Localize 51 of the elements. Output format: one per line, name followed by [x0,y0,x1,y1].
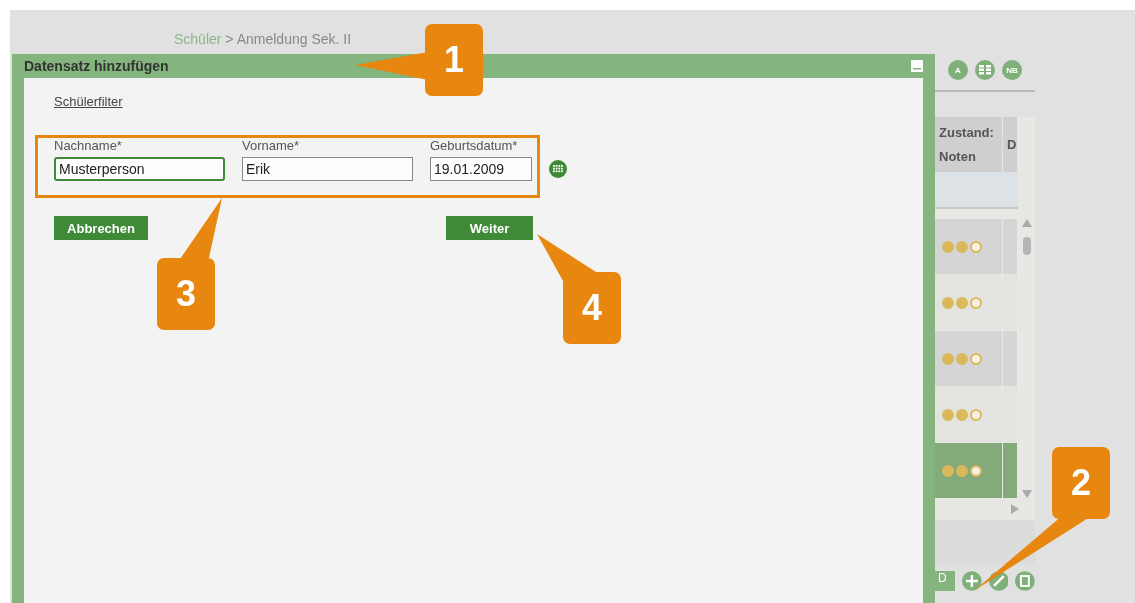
rating-dot [942,240,954,253]
table-row[interactable] [935,387,1018,442]
breadcrumb-current: Anmeldung Sek. II [236,31,352,47]
rating-dot [956,240,968,253]
column-header[interactable]: D [1003,117,1018,172]
callout-marker: 2 [1052,447,1110,519]
calendar-icon[interactable] [549,160,567,178]
grid-icon[interactable] [975,60,995,80]
round-letter-icon[interactable]: A [948,60,968,80]
callout-marker: 4 [563,272,621,344]
input-field[interactable]: Musterperson [54,157,225,181]
rating-dot [942,352,954,365]
breadcrumb-separator: > [225,31,234,47]
scroll-up-icon[interactable] [1021,219,1032,227]
rating-dot [970,352,982,365]
rating-dot [956,352,968,365]
callout-marker: 3 [157,258,215,330]
input-field[interactable]: Erik [242,157,413,181]
rating-dot [970,408,982,421]
rating-dot [970,464,982,477]
column-header[interactable]: Zustand: Noten [935,117,1003,172]
input-field[interactable]: 19.01.2009 [430,157,532,181]
field-label: Vorname* [242,138,301,153]
next-button[interactable]: Weiter [446,216,533,240]
cancel-button[interactable]: Abbrechen [54,216,148,240]
rating-dot [942,464,954,477]
field-label: Geburtsdatum* [430,138,519,153]
table-cell [1003,443,1018,498]
field-label: Nachname* [54,138,123,153]
filter-link[interactable]: Schülerfilter [54,94,123,109]
rating-dot [956,296,968,309]
table-row[interactable] [935,275,1018,330]
round-letter-icon[interactable]: NB [1002,60,1022,80]
callout-marker: 1 [425,24,483,96]
rating-dot [956,464,968,477]
rating-dot [970,296,982,309]
scroll-down-icon[interactable] [1021,490,1032,498]
scrollbar-thumb[interactable] [1022,237,1031,255]
rating-dot [956,408,968,421]
scroll-right-icon[interactable] [1011,504,1019,514]
dialog-title: Datensatz hinzufügen [24,58,169,74]
minimize-icon[interactable] [911,60,923,72]
table-row[interactable] [935,219,1018,274]
table-cell [1003,387,1018,442]
delete-icon[interactable] [1015,571,1035,591]
rating-dot [970,240,982,253]
table-row[interactable] [935,331,1018,386]
add-icon[interactable] [961,571,982,591]
table-row[interactable] [935,443,1018,498]
rating-dot [942,408,954,421]
rating-dot [942,296,954,309]
